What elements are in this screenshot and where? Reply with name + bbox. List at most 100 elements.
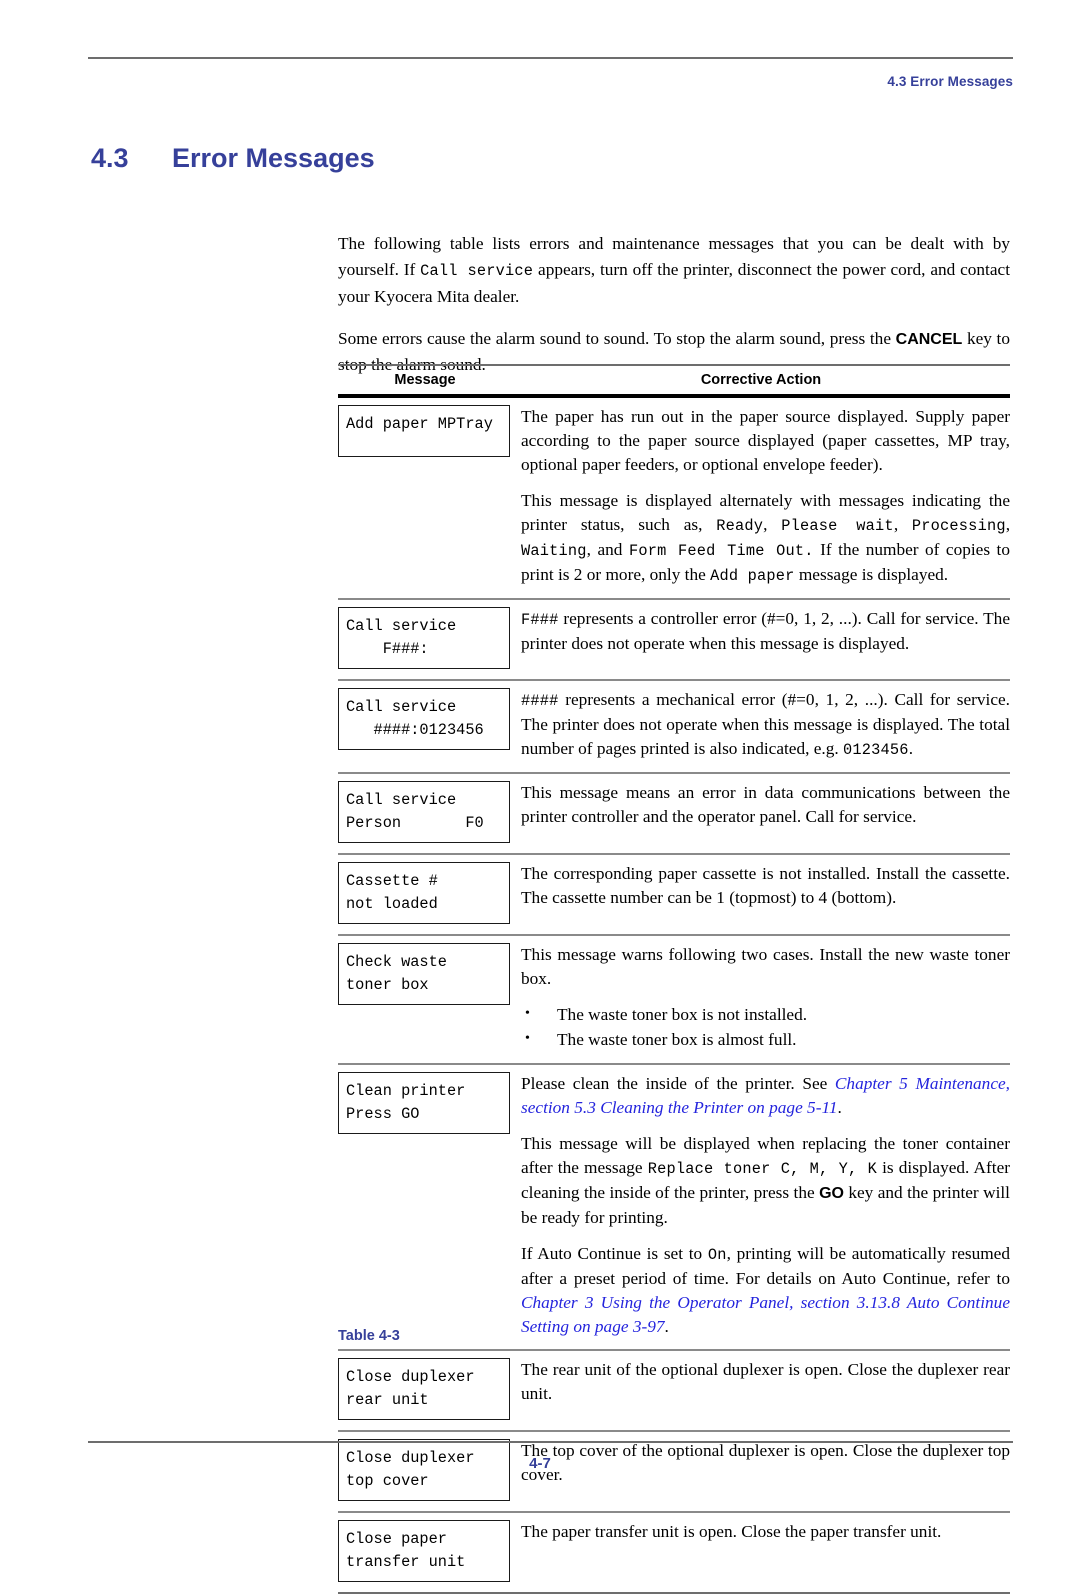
section-number: 4.3 [91, 143, 129, 173]
action-paragraph: Please clean the inside of the printer. … [521, 1072, 1010, 1120]
corrective-action-cell: The corresponding paper cassette is not … [512, 861, 1010, 910]
action-paragraph: This message will be displayed when repl… [521, 1132, 1010, 1230]
corrective-action-cell: This message means an error in data comm… [512, 780, 1010, 829]
message-cell: Call service Person F0 [338, 780, 512, 843]
inline-code: Please wait [781, 517, 894, 535]
corrective-action-cell: The rear unit of the optional duplexer i… [512, 1357, 1010, 1406]
list-item: The waste toner box is almost full. [521, 1027, 1010, 1052]
table-row: Clean printer Press GO Please clean the i… [338, 1065, 1010, 1349]
action-paragraph: If Auto Continue is set to On, printing … [521, 1242, 1010, 1339]
document-page: 4.3 Error Messages 4.3 Error Messages Th… [0, 0, 1080, 1594]
lcd-message-box: Call service Person F0 [338, 781, 510, 843]
message-cell: Close duplexer rear unit [338, 1357, 512, 1420]
text-run: This message warns following two cases. … [521, 945, 1010, 988]
intro-p2-part-a: Some errors cause the alarm sound to sou… [338, 328, 896, 348]
table-row: Check waste toner box This message warns … [338, 936, 1010, 1063]
message-cell: Add paper MPTray [338, 404, 512, 457]
column-header-message: Message [394, 372, 456, 388]
action-paragraph: The corresponding paper cassette is not … [521, 862, 1010, 910]
text-run: , [893, 515, 912, 534]
intro-paragraph-1: The following table lists errors and mai… [338, 231, 1010, 310]
table-row: Cassette # not loaded The corresponding p… [338, 855, 1010, 934]
text-run: The paper transfer unit is open. Close t… [521, 1522, 942, 1541]
action-paragraph: This message means an error in data comm… [521, 781, 1010, 829]
corrective-action-cell: The paper transfer unit is open. Close t… [512, 1519, 1010, 1544]
text-run: The corresponding paper cassette is not … [521, 864, 1010, 907]
table-header-row: Message Corrective Action [338, 366, 1010, 394]
action-paragraph: The paper transfer unit is open. Close t… [521, 1520, 1010, 1544]
inline-code: Processing [911, 517, 1006, 535]
lcd-message-box: Add paper MPTray [338, 405, 510, 457]
text-run: The paper has run out in the paper sourc… [521, 407, 1010, 474]
text-run: Please clean the inside of the printer. … [521, 1074, 835, 1093]
action-paragraph: F### represents a controller error (#=0,… [521, 607, 1010, 656]
action-paragraph: This message warns following two cases. … [521, 943, 1010, 991]
lcd-message-box: Call service F###: [338, 607, 510, 669]
inline-code: 0123456 [843, 741, 909, 759]
table-row: Close duplexer rear unit The rear unit of… [338, 1351, 1010, 1430]
footer-rule [88, 1441, 1013, 1443]
table-row: Add paper MPTray The paper has run out in… [338, 398, 1010, 598]
message-cell: Cassette # not loaded [338, 861, 512, 924]
inline-code: On [707, 1246, 727, 1264]
bullet-list: The waste toner box is not installed.The… [521, 1002, 1010, 1052]
header-rule [88, 57, 1013, 59]
message-cell: Close paper transfer unit [338, 1519, 512, 1582]
inline-code: Form Feed Time Out. [628, 542, 814, 560]
text-run: , and [586, 540, 629, 559]
text-run: , [1005, 515, 1011, 534]
inline-code: Waiting [521, 542, 587, 560]
action-paragraph: The paper has run out in the paper sourc… [521, 405, 1010, 477]
inline-code: Ready [716, 517, 764, 535]
inline-code: #### [521, 692, 559, 710]
lcd-message-box: Cassette # not loaded [338, 862, 510, 924]
text-run: represents a controller error (#=0, 1, 2… [521, 609, 1010, 653]
table-row: Call service F###: F### represents a cont… [338, 600, 1010, 679]
table-row: Call service Person F0 This message means… [338, 774, 1010, 853]
inline-code: Add paper [710, 567, 795, 585]
text-run: The rear unit of the optional duplexer i… [521, 1360, 1010, 1403]
text-run: This message means an error in data comm… [521, 783, 1010, 826]
text-run: represents a mechanical error (#=0, 1, 2… [521, 690, 1010, 758]
corrective-action-cell: #### represents a mechanical error (#=0,… [512, 687, 1010, 762]
text-run: If Auto Continue is set to [521, 1244, 708, 1263]
cross-reference-link[interactable]: Chapter 3 Using the Operator Panel, sect… [521, 1293, 1010, 1336]
text-run: , [763, 515, 782, 534]
inline-code: Replace toner C, M, Y, K [647, 1160, 877, 1178]
error-messages-table: Message Corrective Action Add paper MPTr… [338, 364, 1010, 1594]
intro-p1-code: Call service [420, 261, 534, 280]
corrective-action-cell: The paper has run out in the paper sourc… [512, 404, 1010, 588]
action-paragraph: The rear unit of the optional duplexer i… [521, 1358, 1010, 1406]
corrective-action-cell: This message warns following two cases. … [512, 942, 1010, 1053]
message-cell: Check waste toner box [338, 942, 512, 1005]
message-cell: Call service ####:0123456 [338, 687, 512, 750]
table-row: Call service ####:0123456 #### represents… [338, 681, 1010, 772]
table-caption: Table 4-3 [338, 1328, 400, 1344]
lcd-message-box: Check waste toner box [338, 943, 510, 1005]
text-run: . [837, 1098, 842, 1117]
action-paragraph: This message is displayed alternately wi… [521, 489, 1010, 588]
message-cell: Call service F###: [338, 606, 512, 669]
action-paragraph: #### represents a mechanical error (#=0,… [521, 688, 1010, 762]
message-cell: Clean printer Press GO [338, 1071, 512, 1134]
lcd-message-box: Close duplexer rear unit [338, 1358, 510, 1420]
lcd-message-box: Clean printer Press GO [338, 1072, 510, 1134]
table-row: Close paper transfer unit The paper trans… [338, 1513, 1010, 1592]
text-run: message is displayed. [794, 565, 949, 584]
corrective-action-cell: Please clean the inside of the printer. … [512, 1071, 1010, 1339]
list-item: The waste toner box is not installed. [521, 1002, 1010, 1027]
table-body: Add paper MPTray The paper has run out in… [338, 398, 1010, 1592]
lcd-message-box: Close paper transfer unit [338, 1520, 510, 1582]
cancel-key-label: CANCEL [895, 330, 963, 348]
column-header-corrective-action: Corrective Action [700, 372, 822, 388]
text-run: . [664, 1317, 669, 1336]
running-head: 4.3 Error Messages [887, 74, 1013, 89]
text-run: . [908, 739, 914, 758]
page-title: Error Messages [172, 143, 375, 173]
inline-code: F### [521, 611, 559, 629]
key-label: GO [819, 1185, 844, 1202]
corrective-action-cell: F### represents a controller error (#=0,… [512, 606, 1010, 656]
lcd-message-box: Call service ####:0123456 [338, 688, 510, 750]
intro-text-column: The following table lists errors and mai… [338, 231, 1010, 378]
page-number: 4-7 [529, 1455, 551, 1472]
